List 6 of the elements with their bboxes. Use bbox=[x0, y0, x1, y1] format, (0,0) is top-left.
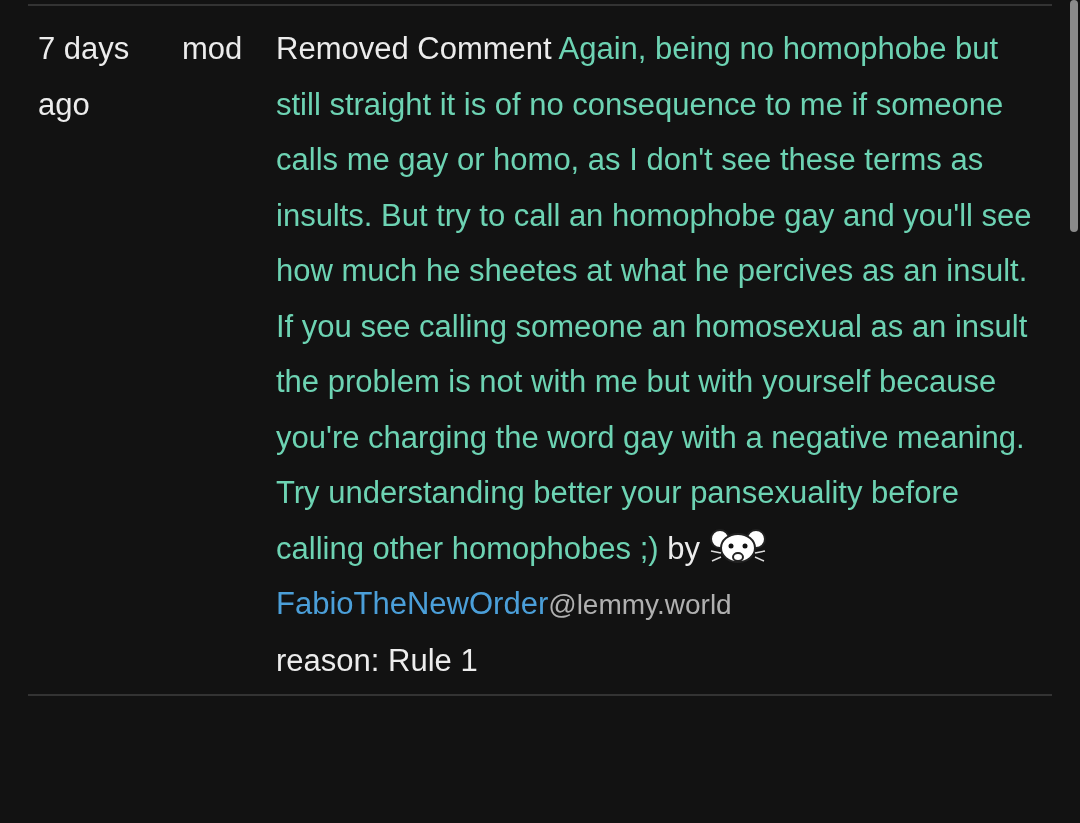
mod-log-entry: Removed Comment Again, being no homophobe but still straight it is of no consequence to me if someone calls me gay or homo, as I don't see these terms as insults. But try to call an homophobe gay and you'll see how much he sheetes at what he percives as an insult. If you see calling someone an homosexual as an insult the problem is not with me but with yourself because you're charging the word gay with a negative meaning. Try understanding better your pansexuality before calling other homophobes ;) by FabioTheNewOrder@lemmy.world bbox=[276, 30, 1033, 623]
role-label: mod bbox=[182, 31, 243, 66]
scrollbar[interactable] bbox=[1070, 0, 1078, 232]
time-ago: 7 days ago bbox=[38, 31, 130, 122]
user-link[interactable]: FabioTheNewOrder bbox=[276, 586, 549, 621]
reason-text: reason: Rule 1 bbox=[276, 642, 478, 678]
